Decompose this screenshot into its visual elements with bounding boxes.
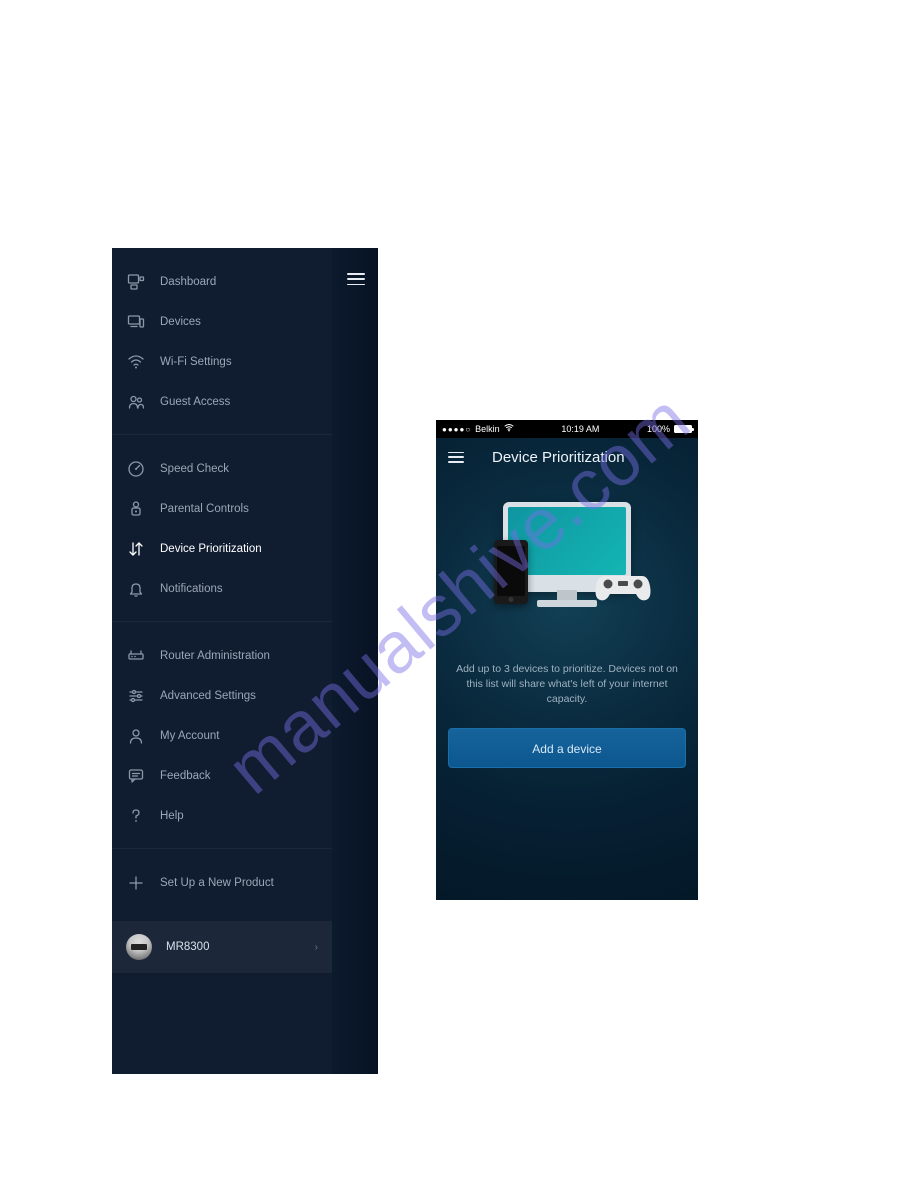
battery-label: 100% (647, 424, 670, 434)
sidebar-item-label: Notifications (160, 583, 223, 595)
chat-icon (126, 766, 146, 786)
chevron-right-icon: › (315, 942, 318, 953)
status-time: 10:19 AM (561, 424, 599, 434)
menu-backdrop (332, 248, 378, 1074)
sidebar-item-feedback[interactable]: Feedback (112, 756, 332, 796)
devices-icon (126, 312, 146, 332)
menu-icon[interactable] (448, 452, 464, 463)
phone-graphic (494, 540, 528, 604)
nav-group: Set Up a New Product (112, 848, 332, 915)
sidebar-item-wifi[interactable]: Wi-Fi Settings (112, 342, 332, 382)
sidebar-item-routeradmin[interactable]: Router Administration (112, 636, 332, 676)
bell-icon (126, 579, 146, 599)
sidebar: Dashboard Devices Wi-Fi Settings Guest Acce… (112, 248, 332, 1074)
sidebar-item-parental[interactable]: Parental Controls (112, 489, 332, 529)
sidebar-item-notify[interactable]: Notifications (112, 569, 332, 609)
status-bar: ●●●●○ Belkin 10:19 AM 100% (436, 420, 698, 438)
nav-group: Router Administration Advanced Settings My… (112, 621, 332, 848)
page-title: Device Prioritization (492, 449, 625, 466)
sidebar-item-label: Parental Controls (160, 503, 249, 515)
sidebar-item-label: Speed Check (160, 463, 229, 475)
plus-icon (126, 873, 146, 893)
dashboard-icon (126, 272, 146, 292)
sidebar-item-label: Devices (160, 316, 201, 328)
wifi-icon (126, 352, 146, 372)
router-icon (126, 646, 146, 666)
phone-detail: ●●●●○ Belkin 10:19 AM 100% Device Priori… (436, 420, 698, 900)
gauge-icon (126, 459, 146, 479)
wifi-status-icon (504, 424, 514, 434)
guest-icon (126, 392, 146, 412)
person-icon (126, 726, 146, 746)
sidebar-item-label: Feedback (160, 770, 211, 782)
sidebar-item-speed[interactable]: Speed Check (112, 449, 332, 489)
sidebar-item-label: Guest Access (160, 396, 230, 408)
sidebar-item-guest[interactable]: Guest Access (112, 382, 332, 422)
sidebar-item-account[interactable]: My Account (112, 716, 332, 756)
gamepad-graphic (594, 570, 652, 606)
sliders-icon (126, 686, 146, 706)
sidebar-item-label: Help (160, 810, 184, 822)
sidebar-item-label: Router Administration (160, 650, 270, 662)
arrows-icon (126, 539, 146, 559)
sidebar-item-label: Advanced Settings (160, 690, 256, 702)
router-thumb-icon (126, 934, 152, 960)
sidebar-item-label: Set Up a New Product (160, 877, 274, 889)
devices-illustration (436, 494, 698, 654)
sidebar-item-help[interactable]: Help (112, 796, 332, 836)
nav-group: Dashboard Devices Wi-Fi Settings Guest Acce… (112, 248, 332, 434)
signal-dots-icon: ●●●●○ (442, 425, 471, 434)
sidebar-item-label: My Account (160, 730, 219, 742)
sidebar-item-advanced[interactable]: Advanced Settings (112, 676, 332, 716)
question-icon (126, 806, 146, 826)
nav-group: Speed Check Parental Controls Device Prior… (112, 434, 332, 621)
carrier-label: Belkin (475, 424, 500, 434)
battery-icon (674, 425, 692, 433)
sidebar-item-priority[interactable]: Device Prioritization (112, 529, 332, 569)
sidebar-item-setup[interactable]: Set Up a New Product (112, 863, 332, 903)
titlebar: Device Prioritization (436, 438, 698, 476)
sidebar-item-label: Device Prioritization (160, 543, 262, 555)
add-device-button[interactable]: Add a device (448, 728, 686, 768)
lock-icon (126, 499, 146, 519)
sidebar-item-dashboard[interactable]: Dashboard (112, 262, 332, 302)
description-text: Add up to 3 devices to prioritize. Devic… (436, 662, 698, 708)
sidebar-item-devices[interactable]: Devices (112, 302, 332, 342)
sidebar-item-label: Dashboard (160, 276, 216, 288)
sidebar-item-label: Wi-Fi Settings (160, 356, 232, 368)
phone-menu: Dashboard Devices Wi-Fi Settings Guest Acce… (112, 248, 378, 1074)
hamburger-icon[interactable] (347, 273, 365, 285)
device-name-label: MR8300 (166, 941, 315, 953)
device-selector[interactable]: MR8300 › (112, 921, 332, 973)
